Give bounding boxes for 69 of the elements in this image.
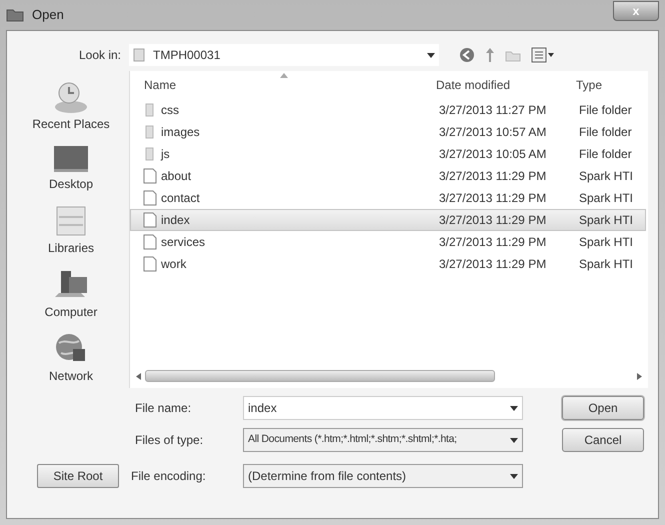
open-button[interactable]: Open [562, 396, 644, 420]
date-cell-text: 3/27/2013 11:29 PM [439, 212, 548, 229]
column-header[interactable]: Date modified [436, 76, 576, 94]
look-in-dropdown[interactable]: TMPH00031 [129, 44, 439, 66]
type-cell-text: Spark HTI [579, 168, 634, 185]
cancel-button[interactable]: Cancel [562, 428, 644, 452]
type-cell-text: File folder [579, 124, 632, 141]
date-cell-text: 3/27/2013 11:29 PM [439, 234, 548, 251]
date-cell-text: 3/27/2013 11:27 PM [439, 102, 548, 119]
file-name-field[interactable]: index [243, 396, 523, 420]
scroll-left-icon[interactable] [136, 372, 141, 380]
name-cell-text: services [161, 234, 206, 251]
dropdown-arrow-icon [510, 438, 518, 442]
files-of-type-dropdown[interactable]: All Documents (*.htm;*.html;*.shtm;*.shtml;*.hta; [243, 428, 523, 452]
document-icon [143, 168, 157, 184]
name-cell-text: about [161, 168, 192, 185]
document-icon [143, 234, 157, 250]
file-row[interactable]: contact 3/27/2013 11:29 PM Spark HTI [130, 187, 646, 209]
place-item[interactable]: Desktop [48, 143, 94, 193]
dropdown-arrow-icon [510, 474, 518, 478]
type-cell-text: Spark HTI [579, 212, 634, 229]
place-item[interactable]: Recent Places [32, 79, 110, 133]
name-cell-text: index [161, 212, 191, 229]
look-in-label: Look in: [78, 47, 122, 64]
file-row[interactable]: index 3/27/2013 11:29 PM Spark HTI [130, 209, 646, 231]
place-item[interactable]: Computer [44, 267, 98, 321]
document-icon [143, 190, 157, 206]
date-cell-text: 3/27/2013 11:29 PM [439, 256, 548, 273]
name-cell-text: work [161, 256, 188, 273]
site-root-button[interactable]: Site Root [37, 464, 119, 488]
file-name-label: File name: [135, 400, 192, 417]
file-encoding-label: File encoding: [131, 468, 207, 485]
file-row[interactable]: work 3/27/2013 11:29 PM Spark HTI [130, 253, 646, 275]
up-arrow-icon[interactable] [485, 47, 495, 63]
column-header[interactable]: Name [144, 76, 436, 94]
file-row[interactable]: services 3/27/2013 11:29 PM Spark HTI [130, 231, 646, 253]
scroll-right-icon[interactable] [637, 372, 642, 380]
date-cell-text: 3/27/2013 11:29 PM [439, 190, 548, 207]
files-of-type-label: Files of type: [135, 432, 204, 449]
column-header[interactable]: Type [576, 76, 602, 94]
back-icon[interactable] [459, 47, 475, 63]
desktop-icon [51, 143, 91, 175]
place-item[interactable]: Libraries [48, 203, 94, 257]
dropdown-arrow-icon [427, 52, 435, 58]
dropdown-arrow-icon [510, 406, 518, 410]
type-cell-text: File folder [579, 146, 632, 163]
horizontal-scrollbar-thumb[interactable] [145, 370, 495, 382]
file-row[interactable]: about 3/27/2013 11:29 PM Spark HTI [130, 165, 646, 187]
sort-arrow-icon [280, 73, 288, 78]
view-menu-icon[interactable] [531, 47, 555, 63]
file-row[interactable]: css 3/27/2013 11:27 PM File folder [130, 99, 646, 121]
date-cell-text: 3/27/2013 10:05 AM [439, 146, 548, 163]
date-cell-text: 3/27/2013 10:57 AM [439, 124, 548, 141]
type-cell-text: Spark HTI [579, 256, 634, 273]
file-row[interactable]: js 3/27/2013 10:05 AM File folder [130, 143, 646, 165]
type-cell-text: Spark HTI [579, 234, 634, 251]
place-item[interactable]: Network [48, 331, 93, 385]
document-icon [143, 212, 157, 228]
name-cell-text: css [161, 102, 180, 119]
type-cell-text: Spark HTI [579, 190, 634, 207]
date-cell-text: 3/27/2013 11:29 PM [439, 168, 548, 185]
name-cell-text: contact [161, 190, 201, 207]
name-cell-text: js [161, 146, 171, 163]
file-encoding-dropdown[interactable]: (Determine from file contents) [243, 464, 523, 488]
window-title: Open [32, 6, 64, 24]
document-icon [143, 256, 157, 272]
name-cell-text: images [161, 124, 201, 141]
file-row[interactable]: images 3/27/2013 10:57 AM File folder [130, 121, 646, 143]
type-cell-text: File folder [579, 102, 632, 119]
